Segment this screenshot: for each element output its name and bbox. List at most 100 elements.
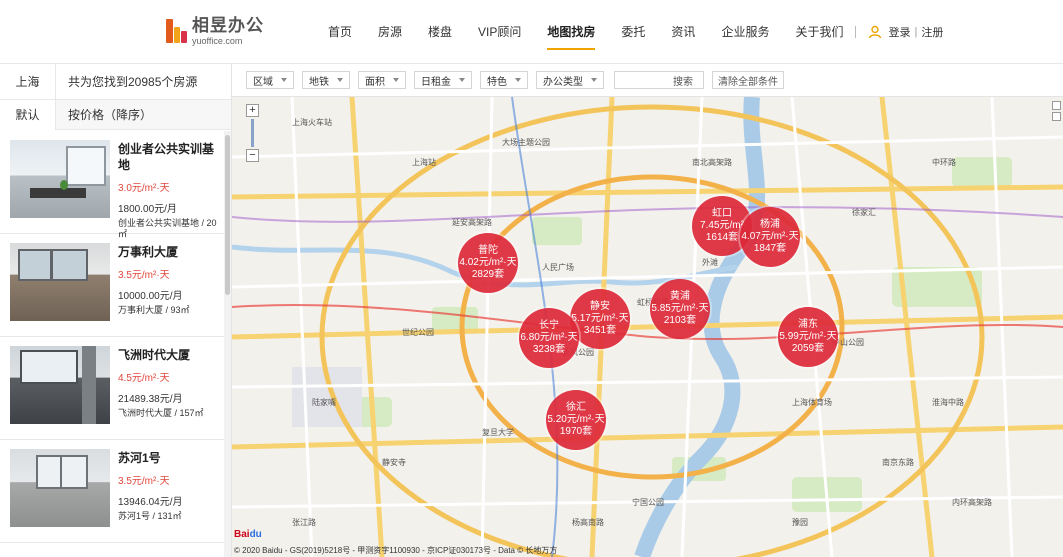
listing-item[interactable]: 创业者公共实训基地 3.0元/m²·天 1800.00元/月 创业者公共实训基地… [0,131,224,239]
cluster-pudong[interactable]: 浦东 5.99元/m²·天 2059套 [778,307,838,367]
result-count: 共为您找到20985个房源 [68,75,198,89]
site-header: 相昱办公 yuoffice.com 首页 房源 楼盘 VIP顾问 地图找房 委托… [0,0,1063,64]
nav-entrust[interactable]: 委托 [621,0,645,64]
listing-unit-price: 3.5元/m²·天 [118,270,170,281]
chevron-down-icon [337,78,343,82]
cluster-yangpu[interactable]: 杨浦 4.07元/m²·天 1847套 [740,207,800,267]
listing-monthly-price: 13946.04元/月 [118,497,183,508]
map-place-label: 静安寺 [382,458,406,467]
cluster-jingan[interactable]: 静安 5.17元/m²·天 3451套 [570,289,630,349]
map-canvas[interactable]: 大场主题公园上海火车站上海站人民广场外滩上海南站虹桥机场中山公园徐家汇静安寺陆家… [232,97,1063,557]
listing-subtitle: 万事利大厦 / 93㎡ [118,305,190,315]
logo-domain: yuoffice.com [192,35,243,46]
nav-listings[interactable]: 房源 [378,0,402,64]
user-sep: | [914,26,918,38]
nav-map-search[interactable]: 地图找房 [547,0,596,64]
nav-enterprise[interactable]: 企业服务 [721,0,769,64]
map-place-label: 徐家汇 [852,208,876,217]
chevron-down-icon [459,78,465,82]
main-nav: 首页 房源 楼盘 VIP顾问 地图找房 委托 资讯 企业服务 关于我们 登录 |… [328,0,943,64]
map-place-label: 世纪公园 [402,328,434,337]
sort-bar: 默认 按价格（降序） [0,99,231,130]
map-place-label: 宁国公园 [632,498,664,507]
listing-unit-price: 3.0元/m²·天 [118,183,170,194]
map-search-input[interactable]: 搜索 [614,71,704,89]
map-right-controls [1052,101,1062,131]
listing-monthly-price: 10000.00元/月 [118,291,183,302]
map-place-label: 张江路 [292,518,316,527]
zoom-in-button[interactable]: + [246,104,259,117]
site-logo[interactable]: 相昱办公 yuoffice.com [166,14,264,48]
listing-photo [10,140,110,218]
listing-item[interactable]: 苏河1号 3.5元/m²·天 13946.04元/月 苏河1号 / 131㎡ [0,440,224,543]
listing-panel: 上海 共为您找到20985个房源 默认 按价格（降序） 创业者公共实训基地 3.… [0,63,232,557]
map-control-button[interactable] [1052,101,1061,110]
listing-subtitle: 飞洲时代大厦 / 157㎡ [118,408,204,418]
clear-filters-button[interactable]: 清除全部条件 [712,71,784,89]
map-place-label: 大场主题公园 [502,138,550,147]
listing-subtitle: 创业者公共实训基地 / 20㎡ [118,218,217,239]
zoom-out-button[interactable]: − [246,149,259,162]
listing-monthly-price: 1800.00元/月 [118,204,177,215]
map-place-label: 延安高架路 [452,218,492,227]
register-link[interactable]: 注册 [921,24,943,40]
cluster-putuo[interactable]: 普陀 4.02元/m²·天 2829套 [458,233,518,293]
city-selector[interactable]: 上海 [0,63,56,100]
map-place-label: 豫园 [792,518,808,527]
filter-area[interactable]: 面积 [358,71,406,89]
map-place-label: 中环路 [932,158,956,167]
logo-title: 相昱办公 [192,15,264,35]
chevron-down-icon [393,78,399,82]
cluster-changning[interactable]: 长宁 6.80元/m²·天 3238套 [519,308,579,368]
map-place-label: 上海火车站 [292,118,332,127]
listing-name: 创业者公共实训基地 [118,142,215,172]
cluster-xuhui[interactable]: 徐汇 5.20元/m²·天 1970套 [546,390,606,450]
map-place-label: 淮海中路 [932,398,964,407]
scrollbar-thumb[interactable] [225,135,230,295]
map-place-label: 陆家嘴 [312,398,336,407]
listing-item[interactable]: 万事利大厦 3.5元/m²·天 10000.00元/月 万事利大厦 / 93㎡ [0,234,224,337]
nav-news[interactable]: 资讯 [671,0,695,64]
listing-unit-price: 3.5元/m²·天 [118,476,170,487]
listing-subtitle: 苏河1号 / 131㎡ [118,511,182,521]
listing-list: 创业者公共实训基地 3.0元/m²·天 1800.00元/月 创业者公共实训基地… [0,131,224,557]
listing-name: 苏河1号 [118,451,161,465]
nav-about[interactable]: 关于我们 [795,0,843,64]
user-links: 登录 | 注册 [868,24,943,40]
map-place-label: 南京东路 [882,458,914,467]
chevron-down-icon [281,78,287,82]
map-place-label: 杨高南路 [572,518,604,527]
listing-scrollbar[interactable] [224,131,231,557]
baidu-logo: Baidu [234,529,262,540]
nav-vip[interactable]: VIP顾问 [478,0,521,64]
listing-name: 飞洲时代大厦 [118,348,191,362]
map-place-label: 外滩 [702,258,718,267]
listing-item[interactable]: 飞洲时代大厦 4.5元/m²·天 21489.38元/月 飞洲时代大厦 / 15… [0,337,224,440]
zoom-slider[interactable] [251,119,254,147]
map-control-button[interactable] [1052,112,1061,121]
cluster-huangpu[interactable]: 黄浦 5.85元/m²·天 2103套 [650,279,710,339]
map-place-label: 上海体育场 [792,398,832,407]
map-place-label: 复旦大学 [482,428,514,437]
filter-features[interactable]: 特色 [480,71,528,89]
filter-office-type[interactable]: 办公类型 [536,71,604,89]
logo-icon [166,17,188,45]
sort-default-tab[interactable]: 默认 [0,99,56,130]
search-button[interactable]: 搜索 [673,73,693,88]
login-link[interactable]: 登录 [888,24,910,40]
listing-unit-price: 4.5元/m²·天 [118,373,170,384]
map-place-label: 人民广场 [542,263,574,272]
nav-home[interactable]: 首页 [328,0,352,64]
nav-buildings[interactable]: 楼盘 [428,0,452,64]
sort-price-tab[interactable]: 按价格（降序） [56,100,152,130]
map-place-label: 上海站 [412,158,436,167]
listing-photo [10,243,110,321]
map-zoom-control: + − [246,104,259,162]
user-icon [869,25,882,39]
filter-daily-rent[interactable]: 日租金 [414,71,472,89]
chevron-down-icon [591,78,597,82]
filter-bar: 区域 地铁 面积 日租金 特色 办公类型 搜索 清除全部条件 [232,64,1063,97]
filter-district[interactable]: 区域 [246,71,294,89]
filter-metro[interactable]: 地铁 [302,71,350,89]
listing-name: 万事利大厦 [118,245,179,259]
